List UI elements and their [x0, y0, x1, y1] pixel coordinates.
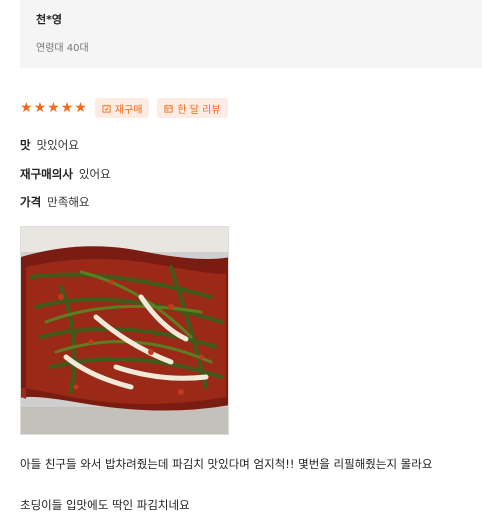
review-photo[interactable]	[20, 226, 229, 435]
rating-row: ★ ★ ★ ★ ★ 재구매 한 달 리뷰	[20, 98, 228, 118]
star-icon: ★	[33, 100, 47, 116]
attribute-label: 맛	[20, 138, 31, 152]
reviewer-name: 천*영	[36, 13, 62, 26]
star-icon: ★	[74, 100, 87, 116]
attribute-taste: 맛 맛있어요	[20, 137, 79, 153]
star-icon: ★	[47, 100, 60, 116]
one-month-review-badge: 한 달 리뷰	[157, 98, 228, 118]
attribute-repurchase-intent: 재구매의사 있어요	[20, 166, 111, 182]
review-text-line-2: 초딩이들 입맛에도 딱인 파김치네요	[20, 498, 190, 512]
attribute-label: 가격	[20, 195, 42, 209]
reviewer-profile-card: 천*영 연령대 40대	[20, 0, 482, 68]
repurchase-icon	[102, 104, 111, 113]
star-icon: ★	[20, 100, 33, 116]
attribute-value: 있어요	[78, 167, 111, 181]
reviewer-age-group: 연령대 40대	[36, 43, 89, 54]
repurchase-badge: 재구매	[94, 98, 150, 118]
calendar-icon	[164, 104, 173, 113]
kimchi-photo-image	[21, 227, 228, 434]
review-text-line-1: 아들 친구들 와서 밥차려줬는데 파김치 맛있다며 엄지척!! 몇번을 리필해줬…	[20, 457, 433, 471]
attribute-price: 가격 만족해요	[20, 194, 90, 210]
star-icon: ★	[60, 100, 74, 116]
attribute-value: 맛있어요	[36, 138, 79, 152]
attribute-value: 만족해요	[47, 195, 90, 209]
attribute-label: 재구매의사	[20, 167, 73, 181]
star-rating: ★ ★ ★ ★ ★	[20, 101, 87, 115]
repurchase-badge-label: 재구매	[114, 104, 143, 116]
one-month-review-badge-label: 한 달 리뷰	[177, 104, 221, 116]
